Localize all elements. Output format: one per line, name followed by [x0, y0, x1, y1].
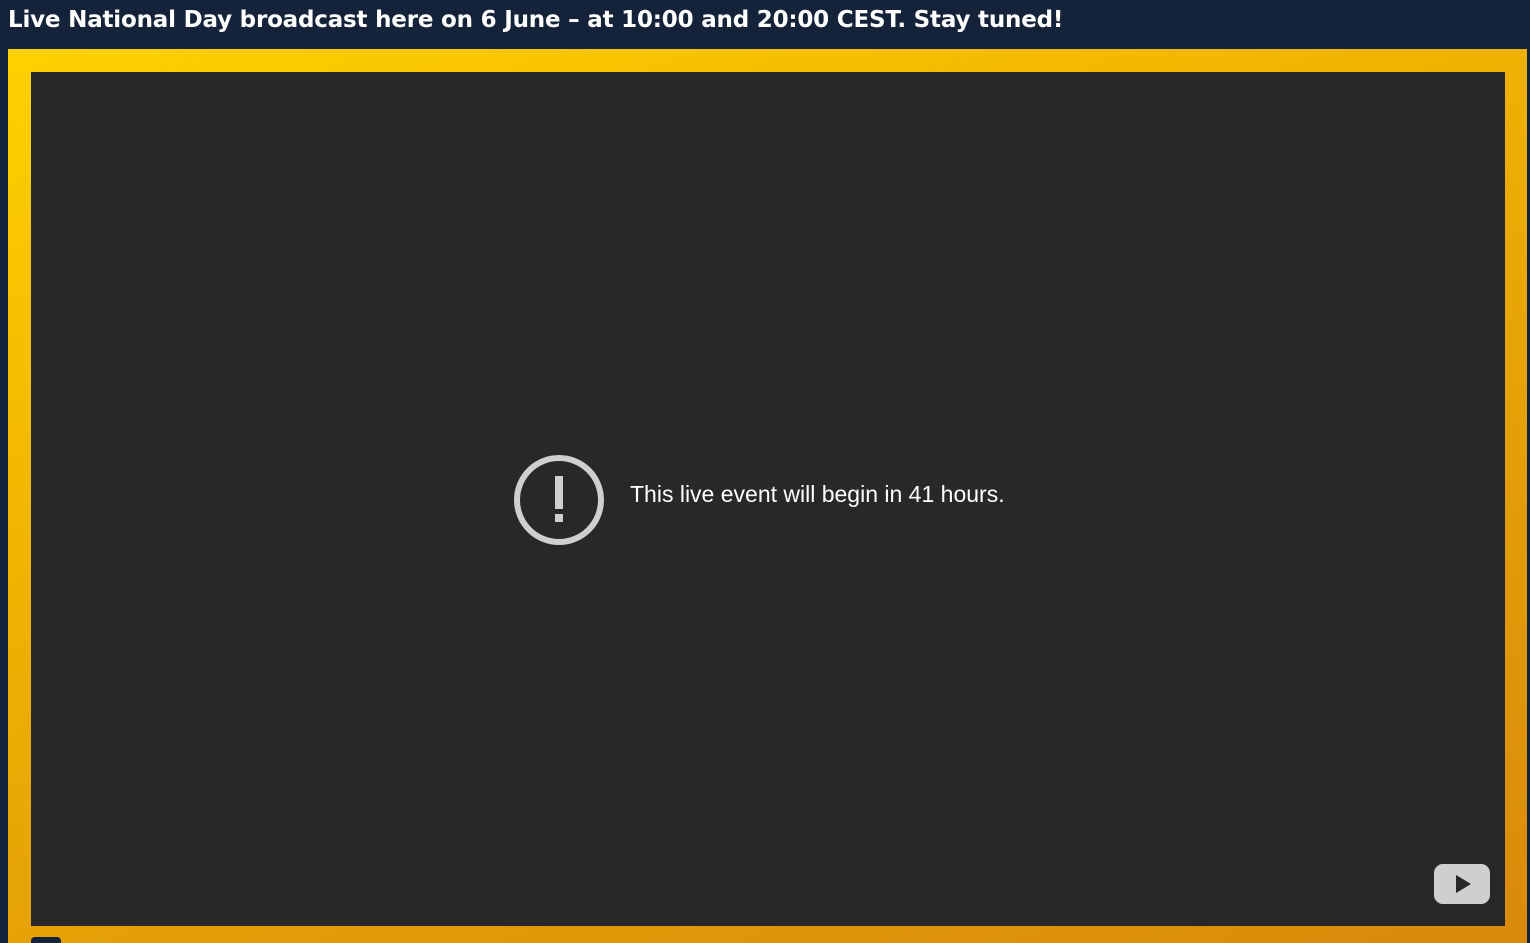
youtube-play-icon — [1434, 864, 1490, 904]
announcement-banner: Live National Day broadcast here on 6 Ju… — [0, 0, 1530, 48]
announcement-text: Live National Day broadcast here on 6 Ju… — [8, 7, 1064, 33]
youtube-logo-button[interactable] — [1434, 864, 1490, 904]
corner-tab — [31, 937, 61, 943]
video-frame-border: This live event will begin in 41 hours. — [8, 49, 1527, 943]
alert-circle-icon — [514, 455, 604, 545]
live-event-message: This live event will begin in 41 hours. — [630, 480, 1005, 507]
live-event-notice: This live event will begin in 41 hours. — [513, 454, 1005, 546]
video-player[interactable]: This live event will begin in 41 hours. — [31, 72, 1505, 926]
